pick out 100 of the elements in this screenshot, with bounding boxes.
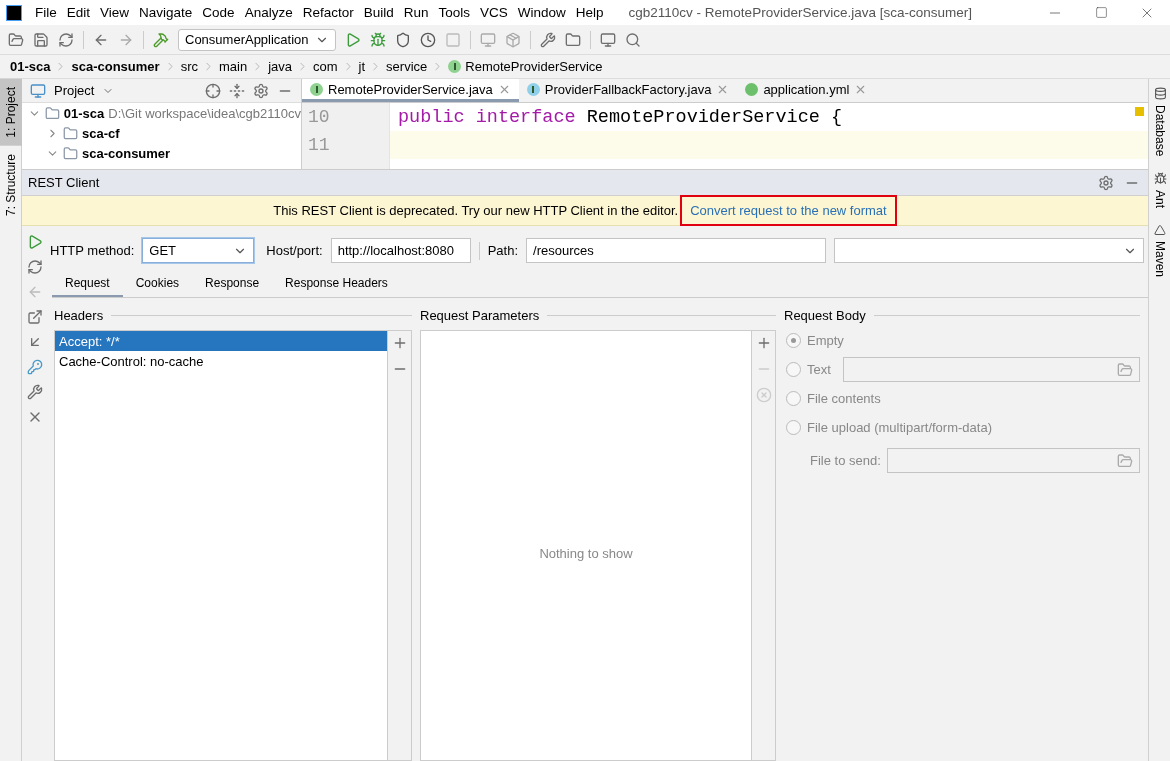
collapse-all-icon[interactable] — [229, 82, 245, 99]
menu-item[interactable]: Build — [358, 5, 399, 20]
module-folder-icon — [63, 125, 78, 141]
locate-icon[interactable] — [205, 82, 221, 99]
panel-title: REST Client — [28, 175, 100, 190]
banner-text: This REST Client is deprecated. Try our new HTTP Client in the editor. — [273, 203, 679, 218]
menu-item[interactable]: File — [30, 5, 62, 20]
folder-path: D:\Git workspace\idea\cgb2110cv — [108, 105, 301, 121]
breadcrumb-item[interactable]: main — [219, 59, 248, 74]
menu-item[interactable]: Navigate — [134, 5, 198, 20]
tool-window-tab[interactable]: 7: Structure — [0, 145, 22, 224]
window-title: cgb2110cv - RemoteProviderService.java [sca-consumer] — [628, 5, 973, 20]
folder-icon — [1117, 452, 1133, 469]
header-row[interactable]: Accept: */* — [55, 331, 387, 351]
device-icon[interactable] — [479, 31, 496, 48]
breadcrumb-item[interactable]: com — [313, 59, 338, 74]
menu-item[interactable]: Edit — [61, 5, 96, 20]
radio-label: File upload (multipart/form-data) — [807, 420, 992, 435]
path-dropdown[interactable] — [834, 238, 1144, 263]
menu-item[interactable]: Run — [398, 5, 434, 20]
menu-item[interactable]: Code — [197, 5, 240, 20]
breadcrumb-item[interactable]: service — [386, 59, 428, 74]
refresh-icon[interactable] — [27, 259, 43, 275]
breadcrumb-item[interactable]: jt — [358, 59, 366, 74]
field-label: HTTP method: — [50, 243, 135, 258]
path-field[interactable]: /resources — [526, 238, 826, 263]
menu-item[interactable]: Analyze — [239, 5, 298, 20]
breadcrumb-item[interactable]: RemoteProviderService — [465, 59, 603, 74]
window-icon[interactable] — [599, 31, 616, 48]
class-icon — [526, 82, 540, 96]
field-label: Path: — [487, 243, 518, 258]
file-field[interactable] — [886, 448, 1140, 473]
section-title: Request Parameters — [420, 307, 540, 323]
header-row[interactable]: Cache-Control: no-cache — [55, 351, 387, 371]
convert-link[interactable]: Convert request to the new format — [680, 195, 897, 226]
menu-item[interactable]: Window — [512, 5, 571, 20]
section-title: Headers — [54, 307, 104, 323]
package-icon[interactable] — [504, 31, 521, 48]
export-icon[interactable] — [27, 309, 43, 325]
tool-window-tab[interactable]: Ant — [1149, 164, 1170, 217]
search-icon[interactable] — [624, 31, 641, 48]
yaml-icon — [745, 82, 759, 96]
menu-item[interactable]: Help — [570, 5, 609, 20]
radio-label: Empty — [807, 333, 844, 348]
stop-icon[interactable] — [444, 31, 461, 48]
panel-title[interactable]: Project — [54, 83, 95, 98]
keys-icon[interactable] — [27, 359, 43, 375]
breadcrumb-item[interactable]: sca-consumer — [71, 59, 160, 74]
menu-item[interactable]: View — [95, 5, 135, 20]
field-label: Host/port: — [266, 243, 323, 258]
editor-tab[interactable]: RemoteProviderService.java — [302, 79, 519, 102]
warning-marker — [1135, 107, 1144, 116]
debug-icon[interactable] — [369, 31, 386, 48]
tool-window-tab[interactable]: Maven — [1149, 216, 1170, 286]
database-icon — [1153, 87, 1167, 100]
settings-icon[interactable] — [253, 82, 269, 99]
breadcrumb-item[interactable]: 01-sca — [10, 59, 51, 74]
menu-item[interactable]: Tools — [433, 5, 475, 20]
tool-window-tab[interactable]: Database — [1149, 79, 1170, 165]
panel-icon — [30, 82, 46, 99]
tree-item[interactable]: sca-cf — [82, 125, 120, 141]
open-folder-icon[interactable] — [8, 31, 24, 48]
module-folder-icon — [63, 145, 78, 161]
interface-icon — [448, 60, 462, 73]
editor-tab[interactable]: ProviderFallbackFactory.java — [518, 79, 738, 102]
menu-item[interactable]: Refactor — [297, 5, 359, 20]
line-number: 11 — [308, 135, 330, 155]
breadcrumb-item[interactable]: java — [268, 59, 293, 74]
run-icon[interactable] — [27, 234, 43, 250]
editor-tab[interactable]: application.yml — [737, 79, 876, 102]
ant-icon — [1153, 172, 1167, 186]
app-logo — [6, 4, 22, 21]
tab[interactable]: Response — [192, 271, 273, 297]
section-title: Request Body — [784, 307, 866, 323]
line-number: 10 — [308, 107, 330, 127]
run-config-dropdown[interactable]: ConsumerApplication — [178, 28, 336, 51]
menu-item[interactable]: VCS — [475, 5, 513, 20]
folder-icon — [1117, 361, 1133, 378]
tab[interactable]: Response Headers — [272, 271, 401, 297]
host-field[interactable]: http://localhost:8080 — [330, 238, 471, 263]
tab[interactable]: Request — [52, 271, 123, 297]
tree-item[interactable]: 01-sca — [63, 105, 105, 121]
empty-message: Nothing to show — [538, 545, 634, 561]
save-icon[interactable] — [33, 31, 49, 48]
tool-window-tab[interactable]: 1: Project — [0, 79, 22, 146]
module-folder-icon — [44, 105, 60, 121]
settings-icon[interactable] — [1098, 174, 1114, 191]
wrench-icon[interactable] — [539, 31, 556, 48]
radio-label: Text — [807, 362, 831, 377]
radio-label: File contents — [807, 391, 881, 406]
interface-icon — [310, 82, 323, 96]
tab[interactable]: Cookies — [122, 271, 193, 297]
hammer-icon[interactable] — [153, 31, 169, 48]
maximize-icon[interactable] — [1094, 6, 1108, 19]
wrench-icon[interactable] — [27, 384, 43, 400]
field-label: File to send: — [810, 453, 881, 468]
tree-item[interactable]: sca-consumer — [82, 145, 171, 161]
sync-icon[interactable] — [58, 31, 74, 48]
method-dropdown[interactable]: GET — [142, 238, 255, 263]
breadcrumb-item[interactable]: src — [180, 59, 198, 74]
